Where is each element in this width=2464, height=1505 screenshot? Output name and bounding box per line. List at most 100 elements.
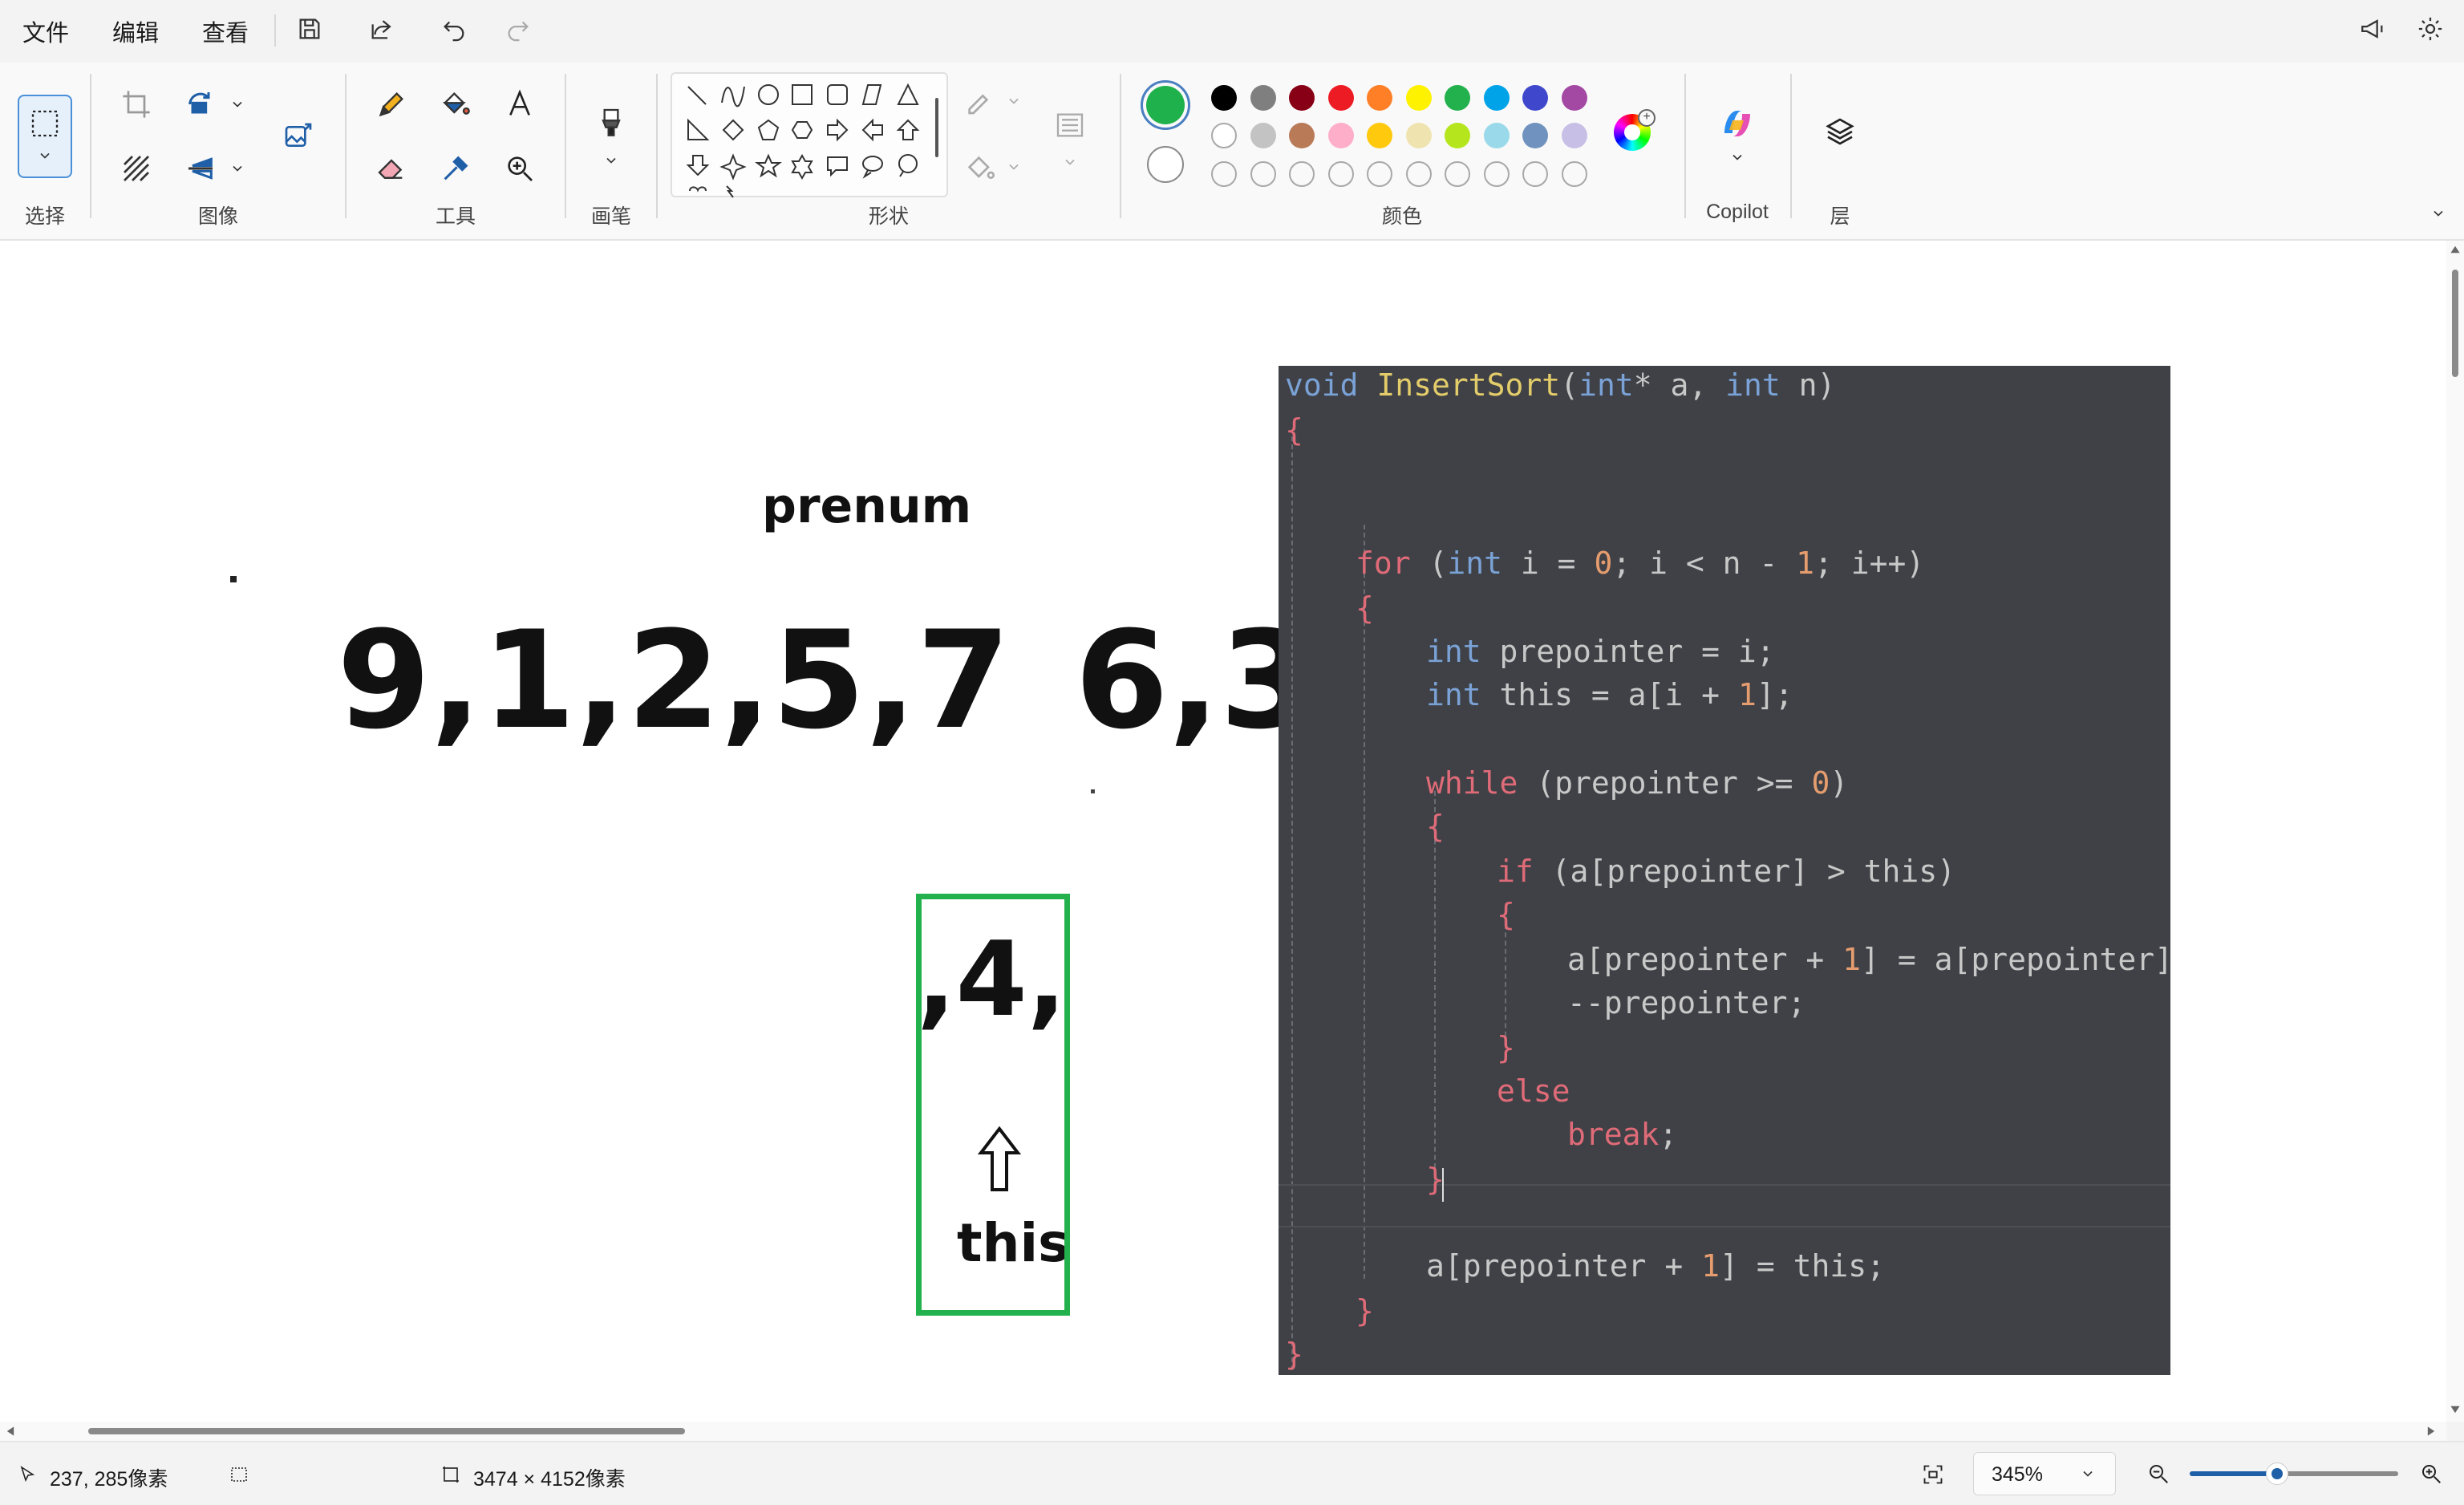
color-swatch[interactable] [1522, 85, 1548, 111]
fill-bucket-icon[interactable] [436, 85, 475, 124]
flip-dropdown-chevron-icon[interactable] [229, 160, 245, 176]
eraser-icon[interactable] [372, 149, 411, 188]
horizontal-scrollbar[interactable] [0, 1422, 2446, 1441]
color-swatch[interactable] [1483, 123, 1510, 148]
right-triangle-shape-icon[interactable] [687, 118, 710, 140]
color-swatch[interactable] [1250, 123, 1276, 148]
polygon-shape-icon[interactable] [861, 84, 882, 105]
size-dropdown-chevron-icon[interactable] [1062, 154, 1078, 170]
color-swatch[interactable] [1445, 85, 1470, 111]
rectangular-callout-shape-icon[interactable] [827, 156, 848, 177]
menu-view[interactable]: 查看 [202, 14, 249, 48]
flip-icon[interactable] [181, 149, 220, 188]
fill-dropdown-chevron-icon[interactable] [1006, 159, 1022, 175]
color-swatch[interactable] [1289, 123, 1315, 148]
custom-color-slot[interactable] [1250, 161, 1276, 187]
six-point-star-shape-icon[interactable] [791, 153, 813, 181]
color-swatch[interactable] [1561, 123, 1587, 148]
settings-gear-icon[interactable] [2414, 13, 2446, 45]
scroll-right-arrow-icon[interactable] [2426, 1426, 2437, 1437]
pentagon-shape-icon[interactable] [757, 119, 780, 140]
color-swatch[interactable] [1445, 123, 1470, 148]
triangle-shape-icon[interactable] [897, 83, 919, 105]
color-swatch[interactable] [1561, 85, 1587, 111]
five-point-star-shape-icon[interactable] [755, 153, 782, 178]
custom-color-slot[interactable] [1522, 161, 1548, 187]
color-swatch[interactable] [1250, 85, 1276, 111]
four-point-star-shape-icon[interactable] [719, 153, 747, 181]
shapes-scrollbar[interactable] [935, 98, 938, 157]
down-arrow-shape-icon[interactable] [686, 155, 710, 176]
diamond-shape-icon[interactable] [722, 119, 744, 141]
zoom-select[interactable]: 345% [1973, 1452, 2116, 1495]
fit-to-window-icon[interactable] [1922, 1463, 1944, 1486]
color-swatch[interactable] [1405, 123, 1432, 148]
line-size-icon[interactable] [1051, 106, 1089, 144]
copilot-dropdown-chevron-icon[interactable] [1729, 149, 1745, 165]
oval-callout-shape-icon[interactable] [862, 156, 883, 179]
redo-icon[interactable] [502, 13, 534, 45]
share-icon[interactable] [366, 13, 398, 45]
crop-icon[interactable] [117, 85, 156, 124]
custom-color-slot[interactable] [1367, 161, 1392, 187]
undo-icon[interactable] [438, 13, 470, 45]
color-picker-icon[interactable] [436, 149, 475, 188]
color-swatch[interactable] [1367, 123, 1392, 148]
menu-edit[interactable]: 编辑 [112, 14, 159, 48]
hexagon-shape-icon[interactable] [791, 121, 813, 139]
custom-color-slot[interactable] [1327, 161, 1354, 187]
shape-fill-icon[interactable] [961, 149, 999, 188]
zoom-slider-thumb[interactable] [2266, 1462, 2289, 1485]
rotate-icon[interactable] [181, 85, 220, 124]
color-swatch[interactable] [1211, 123, 1237, 148]
primary-color-swatch[interactable] [1141, 80, 1190, 130]
color-swatch[interactable] [1289, 85, 1315, 111]
up-arrow-shape-icon[interactable] [896, 119, 920, 140]
menu-file[interactable]: 文件 [22, 14, 69, 48]
drawing-canvas[interactable]: prenum 9,1,2,5,7 6,3 ,4, this void Inser… [0, 241, 2446, 1422]
color-swatch[interactable] [1367, 85, 1392, 111]
custom-color-slot[interactable] [1445, 161, 1470, 187]
rounded-rectangle-shape-icon[interactable] [827, 84, 848, 105]
custom-color-slot[interactable] [1483, 161, 1510, 187]
copilot-icon[interactable] [1718, 104, 1757, 143]
line-shape-icon[interactable] [687, 86, 707, 105]
custom-color-slot[interactable] [1289, 161, 1315, 187]
magnifier-icon[interactable] [500, 149, 539, 188]
cloud-callout-shape-icon[interactable] [898, 154, 918, 177]
zoom-slider[interactable] [2190, 1462, 2398, 1485]
left-arrow-shape-icon[interactable] [861, 118, 883, 142]
pencil-icon[interactable] [372, 85, 411, 124]
horizontal-scroll-thumb[interactable] [88, 1428, 685, 1434]
scroll-up-arrow-icon[interactable] [2450, 244, 2461, 255]
color-swatch[interactable] [1522, 123, 1548, 148]
custom-color-slot[interactable] [1405, 161, 1432, 187]
edit-colors-icon[interactable]: + [1614, 109, 1656, 151]
select-tool-button[interactable] [18, 95, 72, 178]
vertical-scrollbar[interactable] [2446, 241, 2464, 1422]
vertical-scroll-thumb[interactable] [2452, 270, 2458, 377]
shape-outline-icon[interactable] [961, 82, 999, 120]
rotate-dropdown-chevron-icon[interactable] [229, 96, 245, 112]
custom-color-slot[interactable] [1561, 161, 1587, 187]
image-generator-icon[interactable] [279, 117, 318, 156]
custom-color-slot[interactable] [1211, 161, 1237, 187]
color-swatch[interactable] [1211, 85, 1237, 111]
resize-icon[interactable] [117, 149, 156, 188]
brush-dropdown-chevron-icon[interactable] [603, 152, 619, 168]
scroll-down-arrow-icon[interactable] [2450, 1404, 2461, 1415]
color-swatch[interactable] [1327, 85, 1354, 111]
color-swatch[interactable] [1483, 85, 1510, 111]
layers-icon[interactable] [1821, 112, 1859, 151]
announcement-icon[interactable] [2357, 13, 2389, 45]
ribbon-collapse-chevron-icon[interactable] [2430, 205, 2446, 221]
secondary-color-swatch[interactable] [1147, 146, 1184, 183]
scroll-left-arrow-icon[interactable] [5, 1426, 16, 1437]
lightning-shape-icon[interactable] [726, 185, 734, 198]
save-icon[interactable] [294, 13, 326, 45]
brush-icon[interactable] [592, 103, 630, 141]
zoom-in-icon[interactable] [2419, 1462, 2443, 1486]
outline-dropdown-chevron-icon[interactable] [1006, 93, 1022, 109]
heart-shape-icon[interactable] [689, 186, 707, 193]
color-swatch[interactable] [1327, 123, 1354, 148]
